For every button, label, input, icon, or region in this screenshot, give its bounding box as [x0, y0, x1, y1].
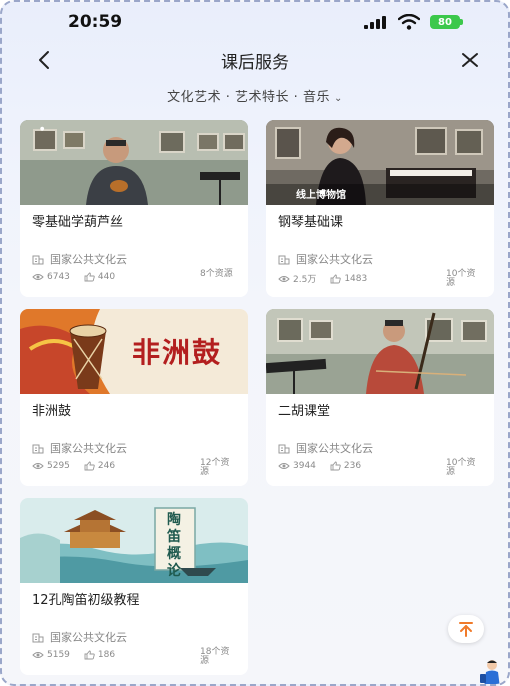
thumbnail-caption: 线上博物馆: [296, 190, 346, 201]
thumbs-up-icon: [84, 461, 95, 471]
view-count: 2.5万: [278, 272, 316, 285]
app-screen: 20:59 80 课后服务 文化艺术 · 艺术特长 · 音乐 ⌄ ● 零基础学葫…: [0, 0, 510, 686]
status-time: 20:59: [68, 12, 123, 32]
course-stats: 6743 440: [32, 272, 129, 282]
view-count-value: 3944: [293, 461, 316, 471]
svg-text:●: ●: [40, 126, 45, 132]
view-count: 6743: [32, 272, 70, 282]
course-source-label: 国家公共文化云: [50, 442, 127, 455]
building-icon: [32, 633, 44, 642]
course-source-label: 国家公共文化云: [296, 442, 373, 455]
course-card[interactable]: 陶笛概论 12孔陶笛初级教程 国家公共文化云 5159 186 18个资源: [20, 498, 248, 675]
breadcrumb-text: 文化艺术 · 艺术特长 · 音乐: [167, 90, 330, 105]
view-count-value: 6743: [47, 272, 70, 282]
view-count: 5159: [32, 650, 70, 660]
course-source-label: 国家公共文化云: [296, 253, 373, 266]
like-count: 246: [84, 461, 115, 471]
battery-level: 80: [438, 16, 452, 28]
eye-icon: [278, 275, 290, 282]
building-icon: [278, 444, 290, 453]
resource-count: 8个资源: [200, 269, 233, 279]
eye-icon: [32, 463, 44, 469]
resource-count: 10个资源: [446, 269, 476, 288]
resource-count: 10个资源: [446, 458, 476, 477]
course-source: 国家公共文化云: [278, 251, 373, 267]
like-count-value: 246: [97, 461, 116, 471]
view-count: 3944: [278, 461, 316, 471]
scroll-to-top-button[interactable]: [448, 615, 484, 643]
like-count-value: 236: [343, 461, 362, 471]
course-stats: 2.5万 1483: [278, 272, 381, 285]
course-card[interactable]: 二胡课堂 国家公共文化云 3944 236 10个资源: [266, 309, 494, 486]
course-thumbnail: 线上博物馆: [266, 120, 494, 205]
wifi-icon: [398, 14, 420, 30]
building-icon: [32, 444, 44, 453]
battery-icon: 80: [430, 15, 460, 29]
arrow-up-to-top-icon: [459, 622, 473, 637]
like-count-value: 440: [97, 272, 116, 282]
course-title: 零基础学葫芦丝: [32, 215, 124, 230]
thumbs-up-icon: [330, 461, 341, 471]
view-count-value: 5159: [47, 650, 70, 660]
course-stats: 5159 186: [32, 650, 129, 660]
like-count: 186: [84, 650, 115, 660]
course-source: 国家公共文化云: [32, 251, 127, 267]
course-thumbnail: ●: [20, 120, 248, 205]
building-icon: [278, 255, 290, 264]
course-title: 二胡课堂: [278, 404, 331, 419]
course-source: 国家公共文化云: [32, 440, 127, 456]
page-title: 课后服务: [221, 53, 289, 73]
course-thumbnail: 陶笛概论: [20, 498, 248, 583]
eye-icon: [32, 652, 44, 658]
cellular-signal-icon: [364, 16, 388, 29]
course-source: 国家公共文化云: [32, 629, 127, 645]
view-count: 5295: [32, 461, 70, 471]
course-title: 钢琴基础课: [278, 215, 344, 230]
course-stats: 3944 236: [278, 461, 375, 471]
course-thumbnail: 非洲鼓: [20, 309, 248, 394]
thumbs-up-icon: [330, 274, 342, 283]
view-count-value: 5295: [47, 461, 70, 471]
like-count: 1483: [330, 274, 367, 284]
resource-count: 12个资源: [200, 458, 230, 477]
course-source-label: 国家公共文化云: [50, 631, 127, 644]
view-count-value: 2.5万: [293, 275, 317, 285]
course-title: 12孔陶笛初级教程: [32, 593, 140, 608]
battery-tip: [460, 19, 463, 25]
thumbs-up-icon: [84, 650, 95, 660]
building-icon: [32, 255, 44, 264]
thumbnail-caption: 陶笛概论: [167, 512, 181, 579]
course-card[interactable]: 线上博物馆 钢琴基础课 国家公共文化云 2.5万 1483 10个资源: [266, 120, 494, 297]
thumbs-up-icon: [84, 272, 95, 282]
course-stats: 5295 246: [32, 461, 129, 471]
course-source-label: 国家公共文化云: [50, 253, 127, 266]
course-title: 非洲鼓: [32, 404, 72, 419]
course-source: 国家公共文化云: [278, 440, 373, 456]
eye-icon: [32, 274, 44, 280]
like-count: 440: [84, 272, 115, 282]
chevron-down-icon: ⌄: [333, 93, 343, 104]
like-count: 236: [330, 461, 361, 471]
like-count-value: 186: [97, 650, 116, 660]
assistant-mascot-icon[interactable]: [478, 658, 504, 686]
thumbnail-caption: 非洲鼓: [132, 336, 223, 369]
like-count-value: 1483: [344, 273, 368, 284]
resource-count: 18个资源: [200, 647, 230, 666]
close-button[interactable]: [458, 48, 482, 72]
course-card[interactable]: 非洲鼓 非洲鼓 国家公共文化云 5295 246 12个资源: [20, 309, 248, 486]
course-thumbnail: [266, 309, 494, 394]
course-card[interactable]: ● 零基础学葫芦丝 国家公共文化云 6743 440 8个资源: [20, 120, 248, 297]
category-breadcrumb[interactable]: 文化艺术 · 艺术特长 · 音乐 ⌄: [2, 86, 508, 105]
status-bar: 20:59 80: [2, 2, 508, 38]
eye-icon: [278, 463, 290, 469]
